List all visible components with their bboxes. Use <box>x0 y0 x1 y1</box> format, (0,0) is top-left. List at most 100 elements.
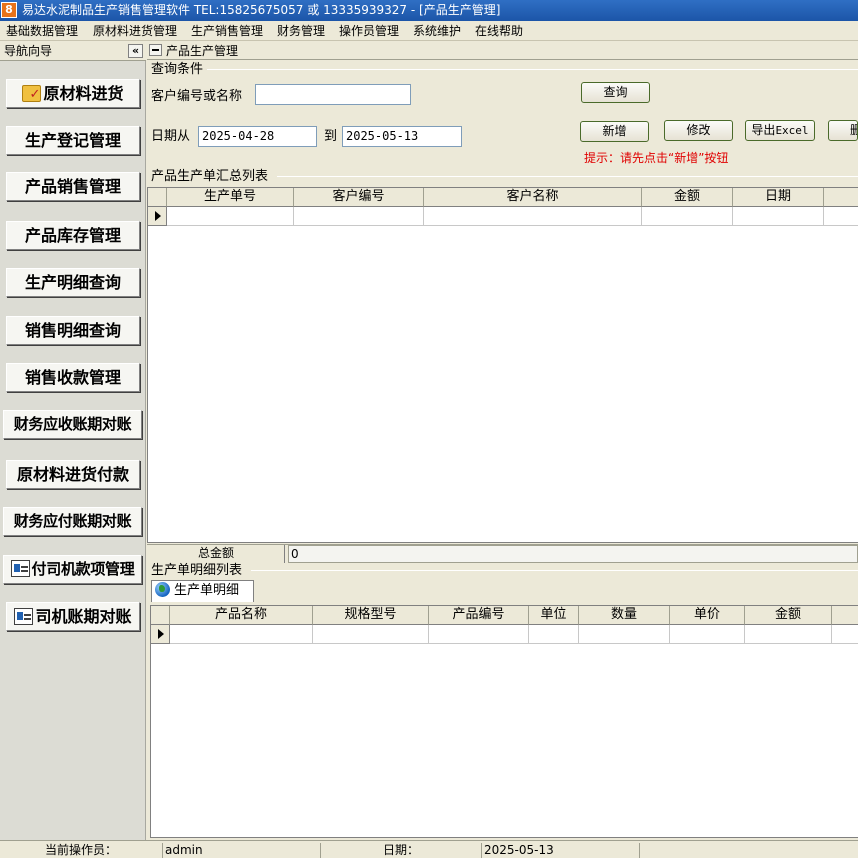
operator-value: admin <box>162 843 320 858</box>
export-label-suffix: Excel <box>775 124 809 137</box>
nav-receivable-reconcile-button[interactable]: 财务应收账期对账 <box>3 410 142 439</box>
app-icon: 8 <box>1 2 17 18</box>
total-bar: 总金额 0 <box>147 544 858 563</box>
date-label: 日期： <box>320 843 481 858</box>
menu-finance[interactable]: 财务管理 <box>277 24 325 38</box>
col-customer-name[interactable]: 客户名称 <box>424 188 642 207</box>
nav-sales-receipt-button[interactable]: 销售收款管理 <box>6 363 140 392</box>
table-cell[interactable] <box>745 625 832 644</box>
nav-button-label: 生产登记管理 <box>24 131 121 150</box>
menu-system[interactable]: 系统维护 <box>413 24 461 38</box>
detail-table[interactable]: 产品名称 规格型号 产品编号 单位 数量 单价 金额 <box>150 605 858 838</box>
nav-button-label: 财务应收账期对账 <box>13 415 132 433</box>
detail-group-line <box>251 570 858 571</box>
customer-label: 客户编号或名称 <box>151 89 243 104</box>
main-panel: 产品生产管理 查询条件 客户编号或名称 日期从 2025-04-28 到 202… <box>147 41 858 840</box>
collapse-icon[interactable]: « <box>128 44 143 58</box>
nav-header: 导航向导 « <box>0 41 146 61</box>
query-group-label: 查询条件 <box>151 62 206 77</box>
table-cell[interactable] <box>733 207 824 226</box>
nav-button-label: 产品库存管理 <box>24 226 121 245</box>
detail-group-label: 生产单明细列表 <box>151 563 245 578</box>
folder-check-icon <box>22 81 42 108</box>
nav-panel: 导航向导 « 原材料进货 生产登记管理 产品销售管理 产品库存管理 生产明细查询… <box>0 41 146 840</box>
id-card-icon <box>14 608 34 625</box>
col-amount[interactable]: 金额 <box>745 606 832 625</box>
nav-driver-payment-button[interactable]: 付司机款项管理 <box>3 555 142 584</box>
table-cell[interactable] <box>167 207 294 226</box>
col-production-no[interactable]: 生产单号 <box>167 188 294 207</box>
col-unit[interactable]: 单位 <box>529 606 579 625</box>
nav-product-sales-button[interactable]: 产品销售管理 <box>6 172 140 201</box>
id-card-icon <box>10 560 30 577</box>
col-spec[interactable]: 规格型号 <box>313 606 429 625</box>
col-extra <box>824 188 858 207</box>
nav-material-payment-button[interactable]: 原材料进货付款 <box>6 460 140 489</box>
total-label: 总金额 <box>147 545 285 563</box>
col-date[interactable]: 日期 <box>733 188 824 207</box>
nav-production-register-button[interactable]: 生产登记管理 <box>6 126 140 155</box>
export-excel-button[interactable]: 导出Excel <box>745 120 815 141</box>
col-product-name[interactable]: 产品名称 <box>170 606 313 625</box>
delete-button[interactable]: 删 <box>828 120 858 141</box>
table-cell[interactable] <box>670 625 745 644</box>
nav-title: 导航向导 <box>4 44 53 58</box>
table-cell[interactable] <box>424 207 642 226</box>
status-spare <box>639 843 858 858</box>
summary-table[interactable]: 生产单号 客户编号 客户名称 金额 日期 <box>147 187 858 543</box>
tab-label: 生产单明细 <box>174 583 240 598</box>
col-customer-no[interactable]: 客户编号 <box>294 188 424 207</box>
nav-sales-detail-button[interactable]: 销售明细查询 <box>6 316 140 345</box>
nav-button-label: 销售明细查询 <box>24 321 121 340</box>
row-indicator-header <box>148 188 167 207</box>
export-label-prefix: 导出 <box>751 123 776 137</box>
table-cell[interactable] <box>313 625 429 644</box>
customer-input[interactable] <box>255 84 411 105</box>
menu-operator[interactable]: 操作员管理 <box>339 24 399 38</box>
query-button[interactable]: 查询 <box>581 82 650 103</box>
menu-material-purchase[interactable]: 原材料进货管理 <box>93 24 177 38</box>
table-cell[interactable] <box>832 625 858 644</box>
date-from-label: 日期从 <box>151 129 191 144</box>
col-product-no[interactable]: 产品编号 <box>429 606 529 625</box>
table-cell[interactable] <box>642 207 733 226</box>
col-quantity[interactable]: 数量 <box>579 606 670 625</box>
nav-production-detail-button[interactable]: 生产明细查询 <box>6 268 140 297</box>
menu-online-help[interactable]: 在线帮助 <box>475 24 523 38</box>
add-button[interactable]: 新增 <box>580 121 649 142</box>
nav-button-label: 销售收款管理 <box>24 368 121 387</box>
date-to-input[interactable]: 2025-05-13 <box>342 126 462 147</box>
nav-button-label: 付司机款项管理 <box>31 560 135 578</box>
page-title: 产品生产管理 <box>166 44 239 58</box>
hint-text: 提示：请先点击“新增”按钮 <box>584 151 729 165</box>
table-cell[interactable] <box>529 625 579 644</box>
tab-production-detail[interactable]: 生产单明细 <box>151 580 254 602</box>
menu-basic-data[interactable]: 基础数据管理 <box>6 24 78 38</box>
nav-material-purchase-button[interactable]: 原材料进货 <box>6 79 140 108</box>
minimize-icon[interactable] <box>149 44 162 56</box>
table-cell[interactable] <box>170 625 313 644</box>
summary-group-line <box>277 176 858 177</box>
nav-payable-reconcile-button[interactable]: 财务应付账期对账 <box>3 507 142 536</box>
table-cell[interactable] <box>294 207 424 226</box>
col-extra <box>832 606 858 625</box>
table-cell[interactable] <box>579 625 670 644</box>
nav-product-inventory-button[interactable]: 产品库存管理 <box>6 221 140 250</box>
menu-production-sales[interactable]: 生产销售管理 <box>191 24 263 38</box>
nav-button-label: 原材料进货 <box>43 84 124 103</box>
title-bar: 8 易达水泥制品生产销售管理软件 TEL:15825675057 或 13335… <box>0 0 858 21</box>
nav-driver-reconcile-button[interactable]: 司机账期对账 <box>6 602 140 631</box>
edit-button[interactable]: 修改 <box>664 120 733 141</box>
menu-bar: 基础数据管理 原材料进货管理 生产销售管理 财务管理 操作员管理 系统维护 在线… <box>0 21 858 41</box>
row-indicator-icon[interactable] <box>148 207 167 226</box>
summary-group-label: 产品生产单汇总列表 <box>151 169 271 184</box>
table-cell[interactable] <box>824 207 858 226</box>
table-cell[interactable] <box>429 625 529 644</box>
window-title: 易达水泥制品生产销售管理软件 TEL:15825675057 或 1333593… <box>22 3 501 17</box>
date-to-label: 到 <box>324 129 338 144</box>
col-unit-price[interactable]: 单价 <box>670 606 745 625</box>
date-from-input[interactable]: 2025-04-28 <box>198 126 317 147</box>
row-indicator-icon[interactable] <box>151 625 170 644</box>
nav-button-label: 产品销售管理 <box>24 177 121 196</box>
col-amount[interactable]: 金额 <box>642 188 733 207</box>
